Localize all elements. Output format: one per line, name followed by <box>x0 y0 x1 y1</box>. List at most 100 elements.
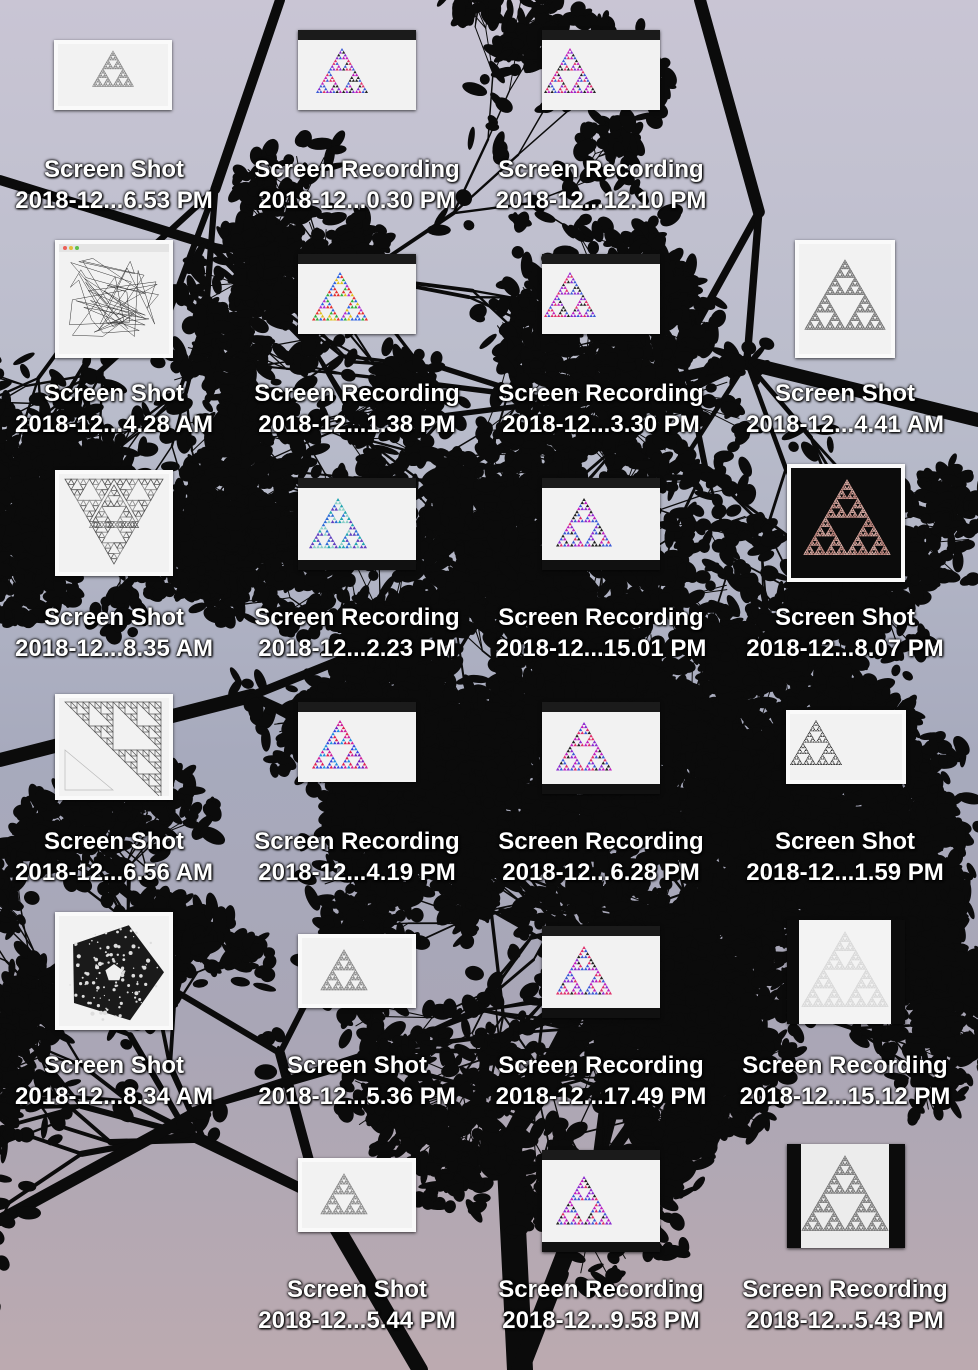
file-date: 2018-12...4.41 AM <box>725 409 965 440</box>
sierpinski-color-preview <box>556 1176 612 1225</box>
file-thumbnail <box>542 254 660 334</box>
file-name: Screen Shot <box>725 826 965 857</box>
file-date: 2018-12...5.36 PM <box>237 1081 477 1112</box>
file-thumbnail <box>55 470 173 576</box>
file-date: 2018-12...15.12 PM <box>725 1081 965 1112</box>
sierpinski-dark-preview <box>803 479 891 555</box>
pentagon-fractal-preview <box>69 925 164 1021</box>
desktop-icon-screen-recording[interactable]: Screen Recording 2018-12...17.49 PM <box>481 924 721 1144</box>
file-name: Screen Recording <box>725 1050 965 1081</box>
file-date: 2018-12...5.44 PM <box>237 1305 477 1336</box>
desktop-icon-screen-recording[interactable]: Screen Recording 2018-12...1.38 PM <box>237 252 477 472</box>
file-date: 2018-12...6.56 AM <box>0 857 234 888</box>
file-date: 2018-12...2.23 PM <box>237 633 477 664</box>
desktop-icon-screen-recording[interactable]: Screen Recording 2018-12...3.30 PM <box>481 252 721 472</box>
file-thumbnail <box>298 30 416 110</box>
desktop-icon-screen-recording[interactable]: Screen Recording 2018-12...9.58 PM <box>481 1148 721 1368</box>
file-thumbnail <box>795 240 895 358</box>
file-name: Screen Shot <box>0 602 234 633</box>
desktop-icon-screen-recording[interactable]: Screen Recording 2018-12...4.19 PM <box>237 700 477 920</box>
file-date: 2018-12...8.35 AM <box>0 633 234 664</box>
file-date: 2018-12...1.38 PM <box>237 409 477 440</box>
file-thumbnail <box>298 254 416 334</box>
desktop-icon-screen-recording[interactable]: Screen Recording 2018-12...2.23 PM <box>237 476 477 696</box>
sierpinski-color-preview <box>544 272 596 317</box>
file-date: 2018-12...9.58 PM <box>481 1305 721 1336</box>
file-name: Screen Recording <box>481 154 721 185</box>
file-name: Screen Recording <box>237 602 477 633</box>
file-date: 2018-12...6.53 PM <box>0 185 234 216</box>
file-name: Screen Recording <box>725 1274 965 1305</box>
desktop-icon-screen-shot[interactable]: Screen Shot 2018-12...8.07 PM <box>725 464 965 696</box>
sierpinski-color-preview <box>316 48 368 93</box>
file-thumbnail <box>787 1144 905 1248</box>
file-name: Screen Shot <box>0 154 234 185</box>
file-name: Screen Shot <box>0 378 234 409</box>
file-thumbnail <box>54 40 172 110</box>
sierpinski-teal-preview <box>309 498 367 549</box>
desktop-icon-screen-recording[interactable]: Screen Recording 2018-12...5.43 PM <box>725 1144 965 1368</box>
file-date: 2018-12...3.30 PM <box>481 409 721 440</box>
desktop-icon-screen-shot[interactable]: Screen Shot 2018-12...5.44 PM <box>237 1148 477 1368</box>
desktop-icon-screen-shot[interactable]: Screen Shot 2018-12...6.56 AM <box>0 694 234 920</box>
file-thumbnail <box>55 240 173 358</box>
sierpinski-color-preview <box>544 48 596 93</box>
file-thumbnail <box>542 1150 660 1252</box>
file-thumbnail <box>55 912 173 1030</box>
file-name: Screen Recording <box>481 378 721 409</box>
file-thumbnail <box>786 710 906 784</box>
sierpinski-color-preview <box>556 946 612 995</box>
sierpinski-gray-preview <box>804 259 886 330</box>
desktop-icon-screen-recording[interactable]: Screen Recording 2018-12...12.10 PM <box>481 28 721 248</box>
sierpinski-color-preview <box>556 722 612 771</box>
file-thumbnail <box>55 694 173 800</box>
desktop-icon-screen-recording[interactable]: Screen Recording 2018-12...6.28 PM <box>481 700 721 920</box>
file-thumbnail <box>542 926 660 1018</box>
sierpinski-rainbow-preview <box>312 272 368 321</box>
desktop-icon-screen-recording[interactable]: Screen Recording 2018-12...15.01 PM <box>481 476 721 696</box>
file-name: Screen Recording <box>237 378 477 409</box>
file-name: Screen Shot <box>0 1050 234 1081</box>
file-date: 2018-12...8.07 PM <box>725 633 965 664</box>
desktop-icon-screen-shot[interactable]: Screen Shot 2018-12...1.59 PM <box>725 700 965 920</box>
file-name: Screen Recording <box>481 602 721 633</box>
file-name: Screen Recording <box>481 826 721 857</box>
desktop-icon-screen-recording[interactable]: Screen Recording 2018-12...15.12 PM <box>725 920 965 1144</box>
file-date: 2018-12...5.43 PM <box>725 1305 965 1336</box>
file-name: Screen Recording <box>481 1274 721 1305</box>
file-name: Screen Shot <box>725 602 965 633</box>
file-date: 2018-12...17.49 PM <box>481 1081 721 1112</box>
file-date: 2018-12...8.34 AM <box>0 1081 234 1112</box>
desktop-icon-screen-shot[interactable]: Screen Shot 2018-12...5.36 PM <box>237 924 477 1144</box>
sierpinski-outline-preview <box>92 50 134 87</box>
sierpinski-noise-preview <box>312 720 368 769</box>
sierpinski-inverted-preview <box>64 478 164 565</box>
file-name: Screen Shot <box>0 826 234 857</box>
file-date: 2018-12...0.30 PM <box>237 185 477 216</box>
desktop-icon-screen-recording[interactable]: Screen Recording 2018-12...0.30 PM <box>237 28 477 248</box>
file-thumbnail <box>542 478 660 570</box>
sierpinski-gray-preview <box>801 1144 889 1248</box>
sierpinski-outline-preview <box>320 949 368 991</box>
sierpinski-outline-preview <box>320 1173 368 1215</box>
file-name: Screen Shot <box>237 1274 477 1305</box>
file-date: 2018-12...1.59 PM <box>725 857 965 888</box>
desktop-icon-screen-shot[interactable]: Screen Shot 2018-12...6.53 PM <box>0 28 234 248</box>
file-date: 2018-12...4.28 AM <box>0 409 234 440</box>
file-thumbnail <box>542 702 660 794</box>
file-date: 2018-12...6.28 PM <box>481 857 721 888</box>
file-thumbnail <box>298 934 416 1008</box>
file-name: Screen Recording <box>237 826 477 857</box>
file-date: 2018-12...15.01 PM <box>481 633 721 664</box>
file-thumbnail <box>298 702 416 782</box>
file-thumbnail <box>298 478 416 570</box>
desktop-icon-screen-shot[interactable]: Screen Shot 2018-12...8.34 AM <box>0 912 234 1144</box>
desktop-icon-screen-shot[interactable]: Screen Shot 2018-12...4.28 AM <box>0 240 234 472</box>
file-thumbnail <box>787 920 905 1024</box>
file-date: 2018-12...4.19 PM <box>237 857 477 888</box>
file-name: Screen Shot <box>725 378 965 409</box>
desktop-icon-screen-shot[interactable]: Screen Shot 2018-12...8.35 AM <box>0 470 234 696</box>
file-name: Screen Recording <box>237 154 477 185</box>
desktop-icon-screen-shot[interactable]: Screen Shot 2018-12...4.41 AM <box>725 240 965 472</box>
file-thumbnail <box>298 1158 416 1232</box>
